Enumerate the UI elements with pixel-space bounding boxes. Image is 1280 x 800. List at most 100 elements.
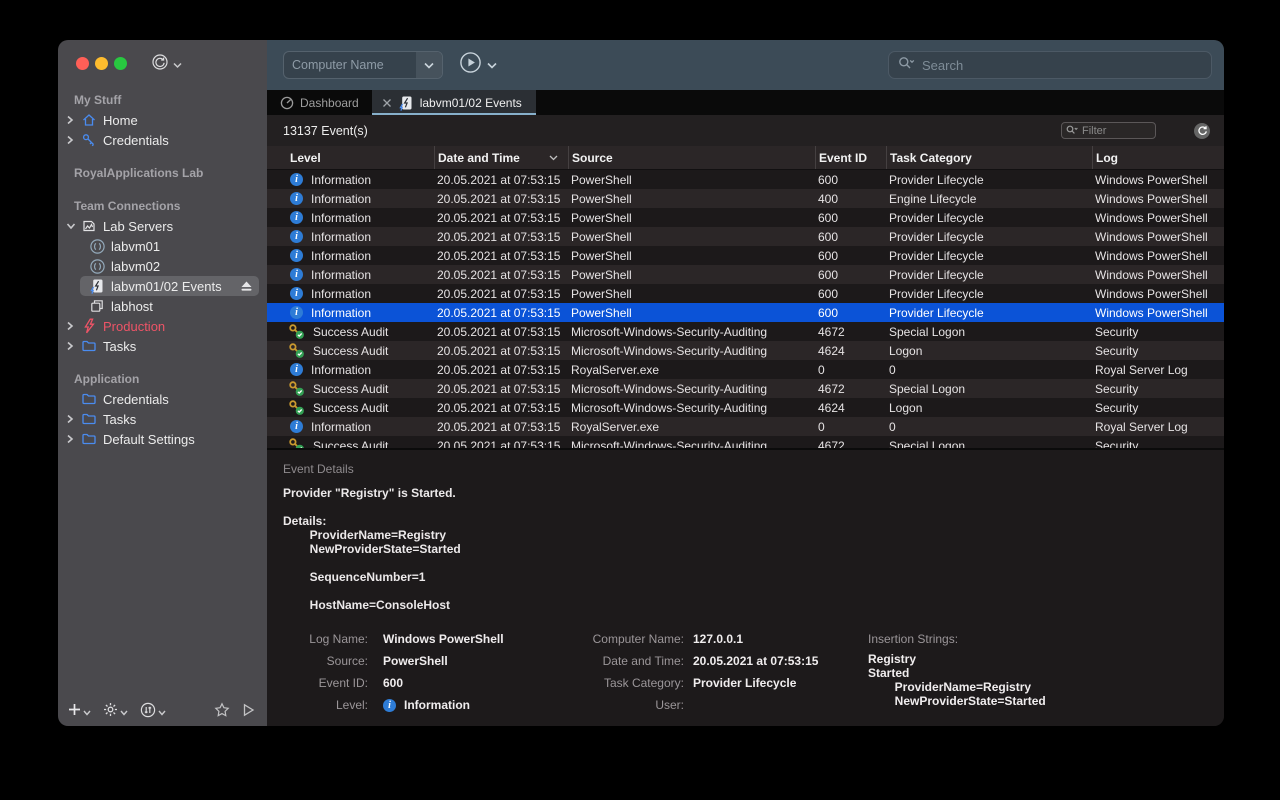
level-cell: Success Audit <box>313 344 388 358</box>
sidebar-item-production[interactable]: Production <box>58 316 267 336</box>
chevron-down-icon[interactable] <box>66 222 80 230</box>
filter-input[interactable] <box>1082 125 1151 137</box>
table-row[interactable]: Success Audit20.05.2021 at 07:53:15Micro… <box>267 322 1224 341</box>
table-row[interactable]: iInformation20.05.2021 at 07:53:15PowerS… <box>267 170 1224 189</box>
event-id-cell: 600 <box>815 246 886 265</box>
sidebar-item-tasks[interactable]: Tasks <box>58 409 267 429</box>
field-label: Task Category: <box>567 676 684 690</box>
chevron-right-icon[interactable] <box>66 434 80 444</box>
computer-name-combobox[interactable] <box>283 51 443 79</box>
sidebar-item-lab-servers[interactable]: Lab Servers <box>58 216 267 236</box>
add-connection-button[interactable] <box>68 703 91 721</box>
table-row[interactable]: iInformation20.05.2021 at 07:53:15PowerS… <box>267 189 1224 208</box>
field-label: Computer Name: <box>567 632 684 646</box>
log-cell: Security <box>1092 341 1224 360</box>
column-header-date-and-time[interactable]: Date and Time <box>434 146 568 169</box>
sort-menu-button[interactable] <box>140 702 166 723</box>
table-row[interactable]: iInformation20.05.2021 at 07:53:15PowerS… <box>267 246 1224 265</box>
column-header-event-id[interactable]: Event ID <box>815 146 886 169</box>
source-cell: Microsoft-Windows-Security-Auditing <box>568 379 815 398</box>
log-cell: Windows PowerShell <box>1092 303 1224 322</box>
sidebar-item-home[interactable]: Home <box>58 110 267 130</box>
column-header-task-category[interactable]: Task Category <box>886 146 1092 169</box>
event-id-cell: 600 <box>815 227 886 246</box>
chevron-down-icon <box>83 703 91 721</box>
settings-menu-button[interactable] <box>103 702 128 722</box>
search-field[interactable] <box>888 51 1212 79</box>
sidebar-toolbar <box>68 703 257 721</box>
column-header-log[interactable]: Log <box>1092 146 1224 169</box>
column-header-label: Log <box>1096 151 1118 165</box>
sidebar-item-labvm01[interactable]: labvm01 <box>58 236 267 256</box>
sidebar-item-label: Home <box>103 113 138 128</box>
column-header-label: Source <box>572 151 613 165</box>
close-tab-icon[interactable] <box>382 98 392 108</box>
events-icon <box>398 95 414 111</box>
level-cell: Information <box>311 192 371 206</box>
column-header-source[interactable]: Source <box>568 146 815 169</box>
source-cell: PowerShell <box>568 227 815 246</box>
favorite-star-button[interactable] <box>214 702 230 723</box>
sidebar-item-tasks[interactable]: Tasks <box>58 336 267 356</box>
tab-labvm-events[interactable]: labvm01/02 Events <box>372 90 536 115</box>
zoom-window-button[interactable] <box>114 57 127 70</box>
column-header-level[interactable]: Level <box>267 146 434 169</box>
event-id-value: 600 <box>383 676 403 690</box>
chevron-right-icon[interactable] <box>66 414 80 424</box>
table-row[interactable]: iInformation20.05.2021 at 07:53:15RoyalS… <box>267 417 1224 436</box>
connect-play-button[interactable] <box>242 703 255 722</box>
sidebar-item-default-settings[interactable]: Default Settings <box>58 429 267 449</box>
chevron-right-icon[interactable] <box>66 115 80 125</box>
sidebar-section-title-team-connections: Team Connections <box>58 196 267 216</box>
sidebar-item-credentials[interactable]: Credentials <box>58 130 267 150</box>
close-window-button[interactable] <box>76 57 89 70</box>
level-cell: Information <box>311 230 371 244</box>
refresh-button[interactable] <box>1194 123 1210 139</box>
sidebar-item-labhost[interactable]: labhost <box>58 296 267 316</box>
datetime-cell: 20.05.2021 at 07:53:15 <box>434 417 568 436</box>
log-cell: Security <box>1092 322 1224 341</box>
table-row[interactable]: Success Audit20.05.2021 at 07:53:15Micro… <box>267 341 1224 360</box>
table-row[interactable]: iInformation20.05.2021 at 07:53:15PowerS… <box>267 303 1224 322</box>
field-label: Source: <box>283 654 368 668</box>
computer-name-input[interactable] <box>284 58 416 72</box>
table-row[interactable]: Success Audit20.05.2021 at 07:53:15Micro… <box>267 398 1224 417</box>
task-category-cell: Provider Lifecycle <box>886 246 1092 265</box>
level-cell: Information <box>311 287 371 301</box>
chevron-right-icon[interactable] <box>66 135 80 145</box>
table-row[interactable]: Success Audit20.05.2021 at 07:53:15Micro… <box>267 436 1224 448</box>
lightning-icon <box>80 318 98 334</box>
table-row[interactable]: Success Audit20.05.2021 at 07:53:15Micro… <box>267 379 1224 398</box>
table-row[interactable]: iInformation20.05.2021 at 07:53:15PowerS… <box>267 208 1224 227</box>
success-audit-key-icon <box>288 380 305 397</box>
source-cell: PowerShell <box>568 189 815 208</box>
event-id-cell: 4672 <box>815 379 886 398</box>
connection-actions-menu[interactable] <box>151 53 182 76</box>
source-cell: PowerShell <box>568 208 815 227</box>
table-row[interactable]: iInformation20.05.2021 at 07:53:15RoyalS… <box>267 360 1224 379</box>
eject-icon[interactable] <box>240 280 253 292</box>
connect-button[interactable] <box>459 51 482 79</box>
source-cell: PowerShell <box>568 284 815 303</box>
filter-field[interactable] <box>1061 122 1156 139</box>
computer-name-dropdown-button[interactable] <box>416 51 442 79</box>
information-icon: i <box>290 211 303 224</box>
table-row[interactable]: iInformation20.05.2021 at 07:53:15PowerS… <box>267 284 1224 303</box>
tab-label: Dashboard <box>300 96 359 110</box>
level-cell: Success Audit <box>313 382 388 396</box>
sidebar-item-labvm02[interactable]: labvm02 <box>58 256 267 276</box>
tab-dashboard[interactable]: Dashboard <box>267 90 372 115</box>
connect-options-chevron[interactable] <box>487 56 497 74</box>
sidebar-item-credentials[interactable]: Credentials <box>58 389 267 409</box>
table-row[interactable]: iInformation20.05.2021 at 07:53:15PowerS… <box>267 265 1224 284</box>
event-id-cell: 0 <box>815 360 886 379</box>
sidebar-item-labvm01-02-events[interactable]: labvm01/02 Events <box>80 276 259 296</box>
chevron-right-icon[interactable] <box>66 341 80 351</box>
datetime-cell: 20.05.2021 at 07:53:15 <box>434 227 568 246</box>
table-row[interactable]: iInformation20.05.2021 at 07:53:15PowerS… <box>267 227 1224 246</box>
search-input[interactable] <box>922 58 1202 73</box>
task-category-cell: Provider Lifecycle <box>886 265 1092 284</box>
chevron-right-icon[interactable] <box>66 321 80 331</box>
minimize-window-button[interactable] <box>95 57 108 70</box>
level-cell: Success Audit <box>313 439 388 449</box>
